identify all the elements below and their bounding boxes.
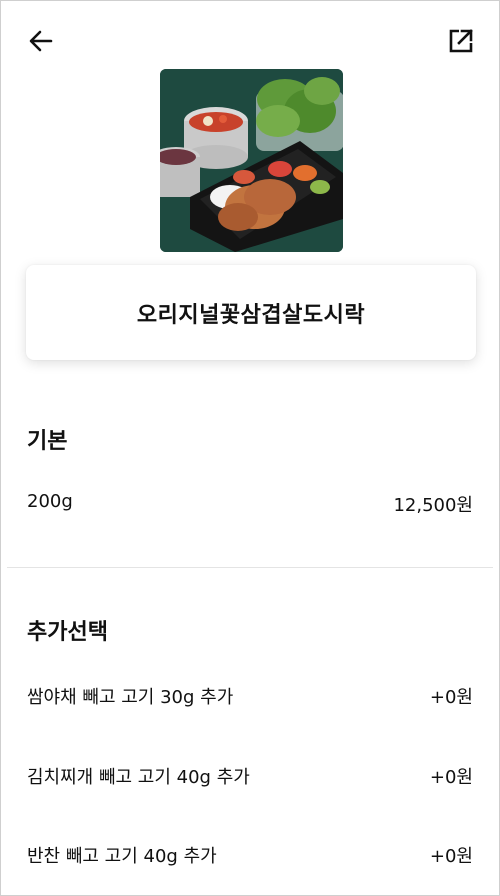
product-name: 오리지널꽃삼겹살도시락 bbox=[136, 302, 366, 328]
base-section-title: 기본 bbox=[27, 429, 68, 454]
extra-option-price: +0원 bbox=[429, 767, 473, 788]
extras-section-title: 추가선택 bbox=[27, 620, 108, 645]
arrow-left-icon bbox=[29, 30, 53, 52]
base-option-price: 12,500원 bbox=[393, 495, 473, 516]
section-divider bbox=[7, 567, 493, 568]
extra-option-price: +0원 bbox=[429, 687, 473, 708]
extra-option-label: 김치찌개 빼고 고기 40g 추가 bbox=[27, 767, 250, 788]
extra-option-row[interactable]: 반찬 빼고 고기 40g 추가 +0원 bbox=[27, 842, 473, 868]
product-image bbox=[160, 69, 343, 252]
extra-option-label: 반찬 빼고 고기 40g 추가 bbox=[27, 846, 217, 867]
share-external-icon bbox=[449, 29, 473, 53]
extra-option-label: 쌈야채 빼고 고기 30g 추가 bbox=[27, 687, 234, 708]
back-button[interactable] bbox=[27, 27, 55, 55]
extra-option-price: +0원 bbox=[429, 846, 473, 867]
extra-option-row[interactable]: 김치찌개 빼고 고기 40g 추가 +0원 bbox=[27, 763, 473, 789]
base-option-row[interactable]: 200g 12,500원 bbox=[27, 491, 473, 517]
product-title-card: 오리지널꽃삼겹살도시락 bbox=[26, 265, 476, 360]
extra-option-row[interactable]: 쌈야채 빼고 고기 30g 추가 +0원 bbox=[27, 683, 473, 709]
base-option-label: 200g bbox=[27, 491, 73, 512]
share-button[interactable] bbox=[447, 27, 475, 55]
